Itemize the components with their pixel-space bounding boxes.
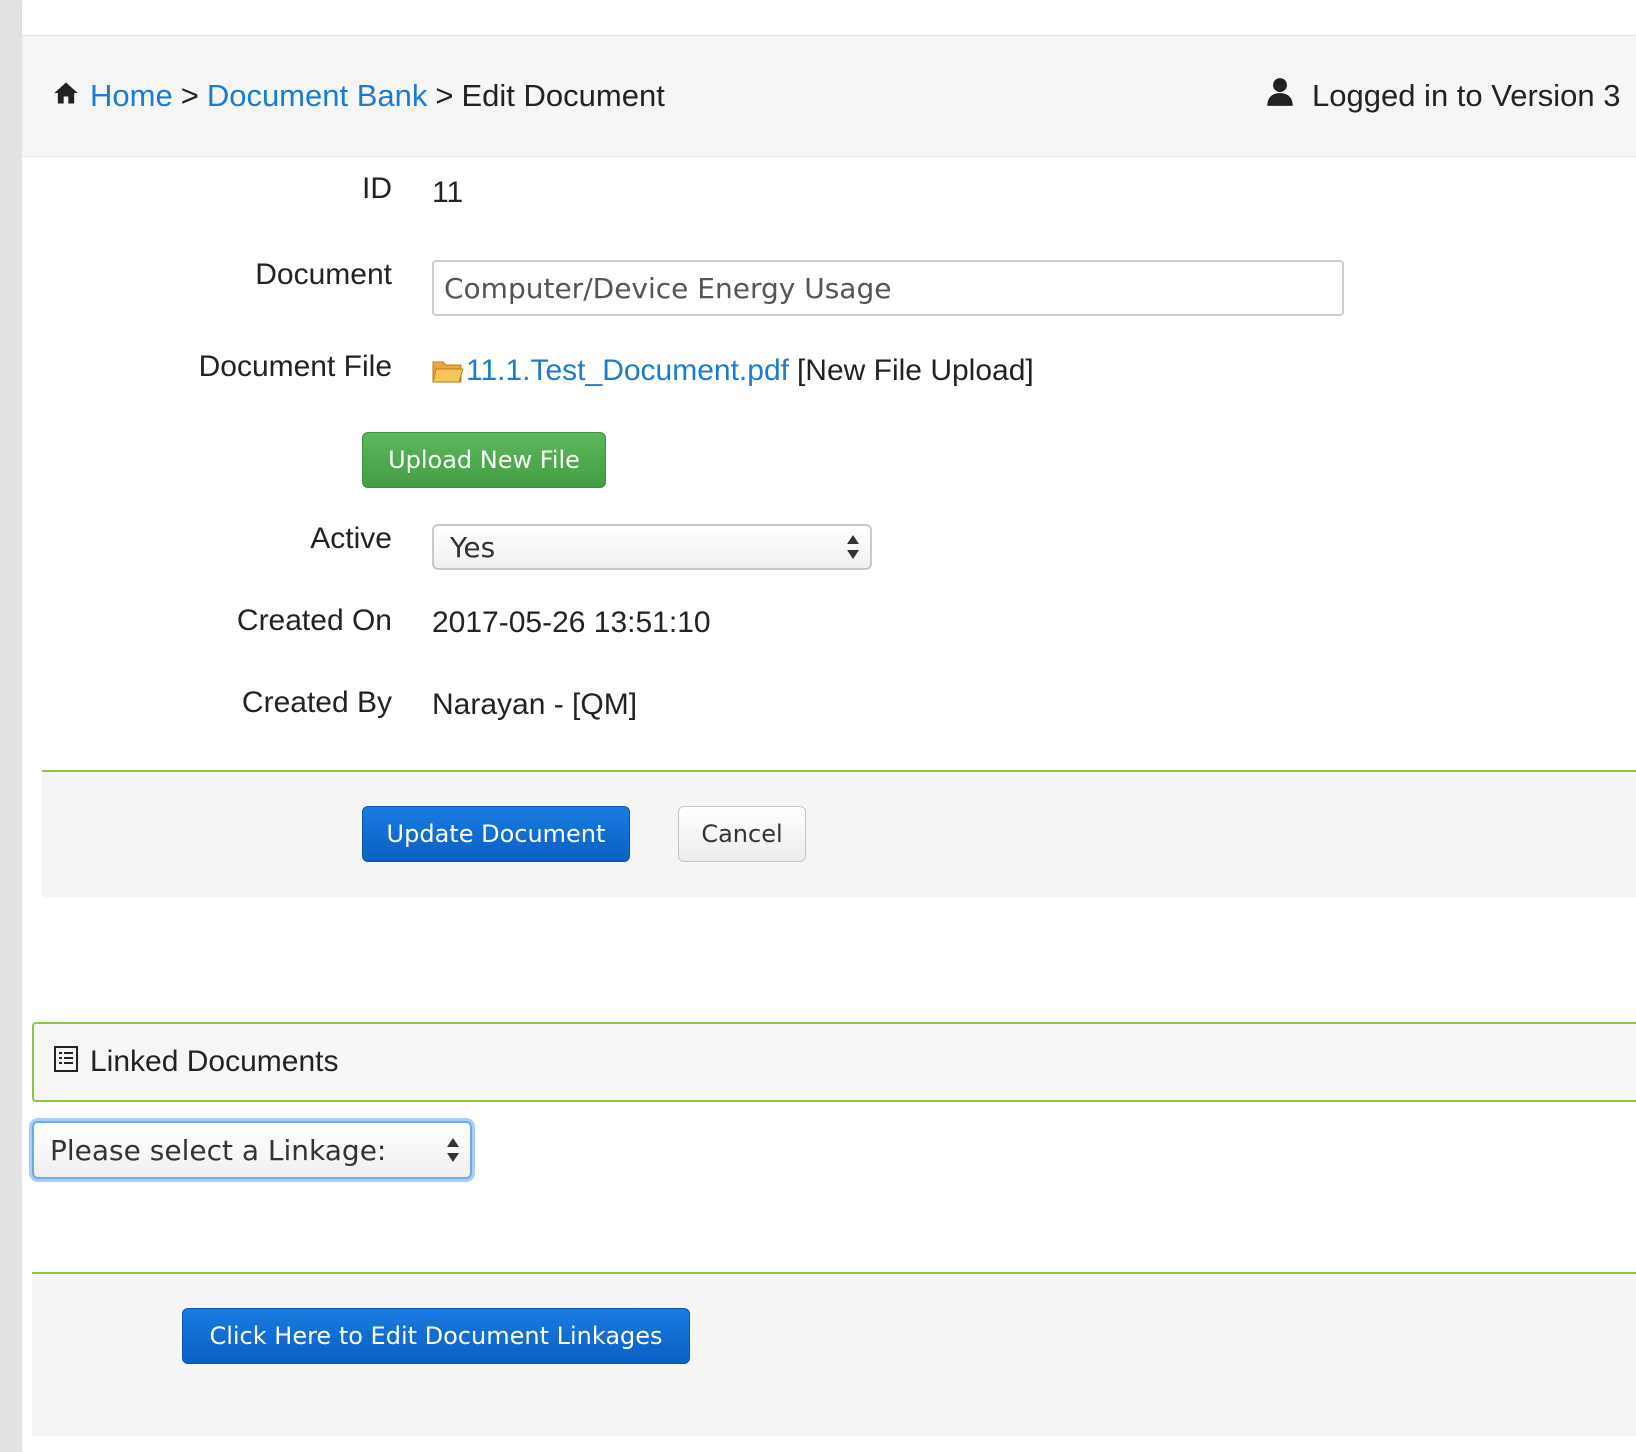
created-by-value: Narayan - [QM] <box>432 688 638 721</box>
edit-document-linkages-button[interactable]: Click Here to Edit Document Linkages <box>182 1308 690 1364</box>
top-bar <box>22 0 1636 36</box>
folder-icon <box>432 361 464 383</box>
list-icon <box>54 1046 78 1072</box>
created-on-value: 2017-05-26 13:51:10 <box>432 606 711 639</box>
left-edge-strip <box>0 0 22 1452</box>
updown-arrows-icon <box>447 1138 459 1162</box>
breadcrumb-separator: > <box>180 78 199 113</box>
document-name-input[interactable] <box>432 260 1344 316</box>
breadcrumb: Home > Document Bank > Edit Document <box>52 76 665 116</box>
document-file-label: Document File <box>198 350 392 383</box>
breadcrumb-current-page: Edit Document <box>461 78 665 113</box>
updown-arrows-icon <box>847 535 859 559</box>
document-label: Document <box>255 258 392 291</box>
login-status-text: Logged in to Version 3 <box>1312 78 1621 113</box>
created-on-label: Created On <box>236 604 392 637</box>
user-icon <box>1267 78 1293 106</box>
form-actions-footer <box>42 770 1636 898</box>
home-icon[interactable] <box>52 79 80 107</box>
breadcrumb-document-bank-link[interactable]: Document Bank <box>207 76 428 116</box>
document-file-link[interactable]: 11.1.Test_Document.pdf <box>466 354 789 388</box>
active-select[interactable]: Yes <box>432 524 872 570</box>
id-value: 11 <box>432 176 464 209</box>
linkage-select[interactable]: Please select a Linkage: <box>32 1121 472 1179</box>
cancel-button[interactable]: Cancel <box>678 806 806 862</box>
linked-documents-header: Linked Documents <box>32 1022 1636 1102</box>
created-by-label: Created By <box>241 686 392 719</box>
new-file-upload-note: [New File Upload] <box>796 354 1034 387</box>
breadcrumb-separator: > <box>435 78 454 113</box>
active-label: Active <box>310 522 392 555</box>
document-file-row: 11.1.Test_Document.pdf [New File Upload] <box>432 354 1034 388</box>
update-document-button[interactable]: Update Document <box>362 806 630 862</box>
breadcrumb-home-link[interactable]: Home <box>90 76 173 116</box>
linked-documents-title: Linked Documents <box>90 1045 339 1078</box>
id-label: ID <box>362 172 392 205</box>
upload-new-file-button[interactable]: Upload New File <box>362 432 606 488</box>
linkage-select-placeholder: Please select a Linkage: <box>50 1133 387 1167</box>
login-status: Logged in to Version 3 <box>1266 76 1621 116</box>
active-select-value: Yes <box>450 530 496 564</box>
